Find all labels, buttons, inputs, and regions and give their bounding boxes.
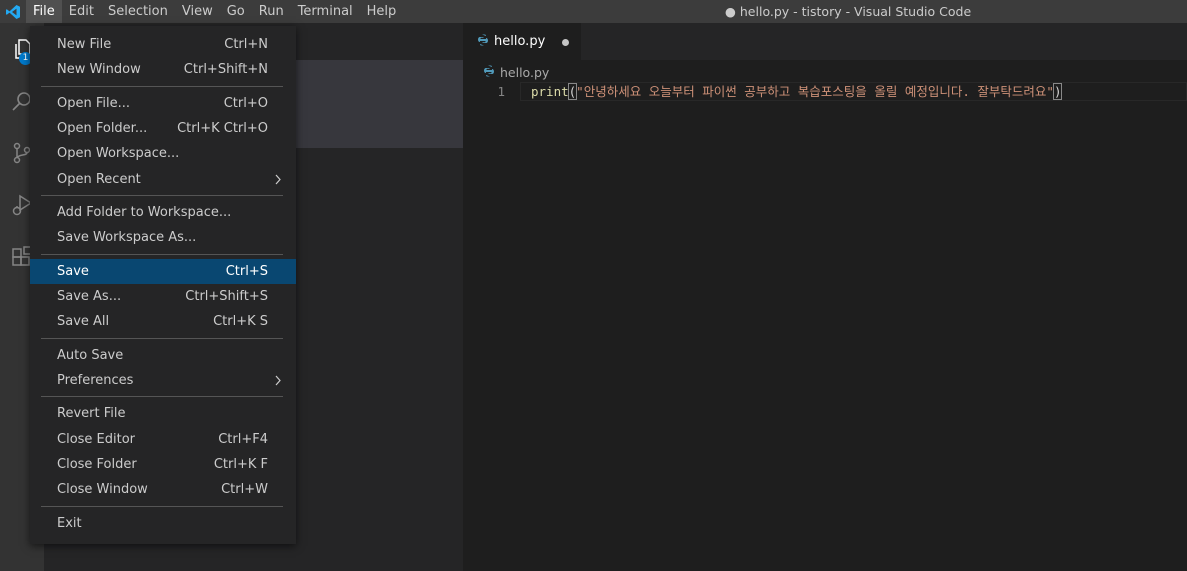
menu-item-close-window[interactable]: Close Window Ctrl+W	[30, 477, 296, 502]
menu-item-label: Save Workspace As...	[57, 230, 197, 246]
menu-separator	[41, 505, 283, 507]
menu-item-shortcut: Ctrl+O	[223, 95, 268, 111]
menu-item-shortcut: Ctrl+N	[224, 37, 268, 52]
editor-area: hello.py hello.py 1 print("안녕하세요 오늘부터 파이…	[463, 23, 1187, 571]
vscode-logo-icon[interactable]	[0, 0, 26, 23]
menu-item-label: Revert File	[57, 406, 126, 422]
menu-separator	[41, 85, 283, 87]
menu-bar: File Edit Selection View Go Run Terminal Help	[26, 0, 403, 23]
menu-item-label: New File	[57, 37, 112, 52]
menu-item-open-recent[interactable]: Open Recent	[30, 167, 296, 192]
code-line[interactable]: 1 print("안녕하세요 오늘부터 파이썬 공부하고 복습포스팅을 올릴 예…	[463, 83, 1187, 101]
menu-separator	[41, 396, 283, 398]
menu-item-label: Save As...	[57, 288, 122, 304]
menu-item-close-editor[interactable]: Close Editor Ctrl+F4	[30, 427, 296, 452]
code-text[interactable]: print("안녕하세요 오늘부터 파이썬 공부하고 복습포스팅을 올릴 예정입…	[531, 83, 1063, 101]
menu-item-label: Auto Save	[57, 347, 124, 363]
menu-item-shortcut: Ctrl+W	[221, 482, 268, 498]
menu-help[interactable]: Help	[360, 0, 404, 23]
menu-item-label: Open Recent	[57, 171, 141, 187]
menu-item-close-folder[interactable]: Close Folder Ctrl+K F	[30, 452, 296, 477]
menu-item-label: Add Folder to Workspace...	[57, 204, 232, 220]
menu-item-label: Preferences	[57, 372, 134, 388]
menu-item-label: Save All	[57, 314, 110, 330]
menu-item-shortcut: Ctrl+F4	[218, 431, 268, 447]
menu-item-label: New Window	[57, 62, 141, 78]
python-file-icon	[483, 65, 495, 80]
menu-item-save-all[interactable]: Save All Ctrl+K S	[30, 309, 296, 334]
code-function: print	[531, 84, 569, 99]
menu-item-shortcut: Ctrl+S	[225, 263, 268, 279]
menu-item-shortcut: Ctrl+K Ctrl+O	[177, 120, 268, 136]
menu-item-label: Open File...	[57, 95, 131, 111]
menu-item-new-window[interactable]: New Window Ctrl+Shift+N	[30, 57, 296, 82]
menu-item-auto-save[interactable]: Auto Save	[30, 343, 296, 368]
menu-item-add-folder-to-workspace[interactable]: Add Folder to Workspace...	[30, 200, 296, 225]
menu-item-save[interactable]: Save Ctrl+S	[30, 258, 296, 284]
menu-item-new-file[interactable]: New File Ctrl+N	[30, 32, 296, 57]
code-close-paren: )	[1052, 83, 1063, 100]
menu-item-label: Open Folder...	[57, 120, 148, 136]
menu-separator	[41, 337, 283, 339]
title-bar: File Edit Selection View Go Run Terminal Help	[0, 0, 1187, 23]
menu-item-save-as[interactable]: Save As... Ctrl+Shift+S	[30, 284, 296, 309]
menu-item-save-workspace-as[interactable]: Save Workspace As...	[30, 225, 296, 250]
menu-separator	[41, 253, 283, 255]
menu-item-label: Close Window	[57, 482, 148, 498]
file-menu-dropdown: New File Ctrl+N New Window Ctrl+Shift+N Open…	[30, 26, 296, 544]
menu-go[interactable]: Go	[220, 0, 252, 23]
menu-item-shortcut: Ctrl+K F	[213, 456, 268, 472]
breadcrumb-file: hello.py	[500, 64, 550, 80]
menu-item-revert-file[interactable]: Revert File	[30, 401, 296, 426]
tab-hello-py[interactable]: hello.py	[463, 23, 581, 60]
menu-item-shortcut: Ctrl+Shift+S	[185, 288, 268, 304]
line-number: 1	[497, 84, 505, 99]
menu-item-label: Exit	[57, 515, 82, 531]
menu-item-open-folder[interactable]: Open Folder... Ctrl+K Ctrl+O	[30, 116, 296, 141]
menu-edit[interactable]: Edit	[62, 0, 101, 23]
menu-selection[interactable]: Selection	[101, 0, 175, 23]
menu-item-open-file[interactable]: Open File... Ctrl+O	[30, 91, 296, 116]
menu-separator	[41, 194, 283, 196]
menu-item-label: Open Workspace...	[57, 146, 180, 162]
menu-item-shortcut: Ctrl+Shift+N	[183, 62, 268, 78]
menu-item-label: Save	[57, 263, 89, 279]
menu-item-exit[interactable]: Exit	[30, 511, 296, 536]
menu-terminal[interactable]: Terminal	[291, 0, 360, 23]
code-string: "안녕하세요 오늘부터 파이썬 공부하고 복습포스팅을 올릴 예정입니다. 잘부…	[576, 84, 1054, 99]
menu-file[interactable]: File	[26, 0, 62, 23]
menu-item-shortcut: Ctrl+K S	[213, 314, 268, 330]
menu-view[interactable]: View	[175, 0, 220, 23]
python-file-icon	[477, 34, 489, 50]
menu-item-label: Close Folder	[57, 456, 137, 472]
tab-bar: hello.py	[463, 23, 1187, 60]
menu-item-preferences[interactable]: Preferences	[30, 368, 296, 393]
unsaved-dot-icon[interactable]	[562, 39, 569, 46]
breadcrumb[interactable]: hello.py	[483, 63, 549, 81]
menu-item-label: Close Editor	[57, 431, 136, 447]
menu-item-open-workspace[interactable]: Open Workspace...	[30, 141, 296, 166]
tab-label: hello.py	[494, 34, 546, 49]
menu-run[interactable]: Run	[252, 0, 291, 23]
